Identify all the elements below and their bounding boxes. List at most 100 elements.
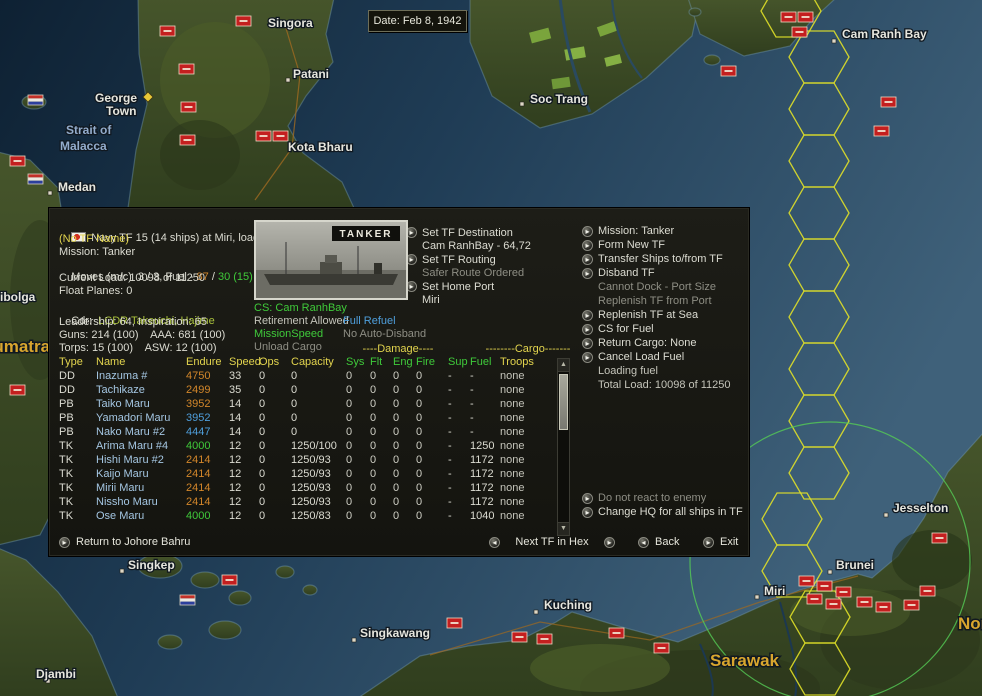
- return-to-home-port-button[interactable]: ▸ Return to Johore Bahru: [59, 536, 190, 548]
- action-do-not-react-to-enemy[interactable]: ▸ Do not react to enemy: [582, 491, 743, 505]
- unit-counter-icon[interactable]: [221, 574, 238, 586]
- action-set-tf-routing[interactable]: ▸ Set TF Routing: [406, 253, 531, 267]
- table-row[interactable]: TK Mirii Maru 2414 12 0 1250/93 0 0 0 0 - 1172 none: [59, 482, 560, 496]
- cell-name[interactable]: Inazuma #: [96, 370, 186, 382]
- unit-counter-icon[interactable]: [835, 586, 852, 598]
- unit-counter-icon[interactable]: [255, 130, 272, 142]
- cell-name[interactable]: Taiko Maru: [96, 398, 186, 410]
- col-capacity: Capacity: [291, 356, 334, 368]
- unit-counter-icon[interactable]: [931, 532, 948, 544]
- next-tf-arrow-icon[interactable]: ▸: [604, 536, 615, 548]
- cell-name[interactable]: Nissho Maru: [96, 496, 186, 508]
- action-disband-tf[interactable]: ▸ Disband TF: [582, 266, 731, 280]
- unit-counter-icon[interactable]: [536, 633, 553, 645]
- cell-cap: 1250/93: [291, 454, 331, 466]
- unit-counter-icon[interactable]: [446, 617, 463, 629]
- unit-counter-icon[interactable]: [856, 596, 873, 608]
- dutch-flag-icon[interactable]: [179, 594, 196, 606]
- unit-counter-icon[interactable]: [880, 96, 897, 108]
- scrollbar-down-icon[interactable]: ▼: [558, 522, 569, 535]
- action-return-cargo-none[interactable]: ▸ Return Cargo: None: [582, 336, 731, 350]
- action-arrow-icon[interactable]: ▸: [582, 225, 593, 237]
- action-arrow-icon[interactable]: ▸: [582, 309, 593, 321]
- scrollbar-thumb[interactable]: [559, 374, 568, 430]
- action-replenish-tf-at-sea[interactable]: ▸ Replenish TF at Sea: [582, 308, 731, 322]
- table-row[interactable]: DD Inazuma #4750 33 0 0 0 0 0 0 - - none: [59, 370, 560, 384]
- action-set-home-port[interactable]: ▸ Set Home Port: [406, 280, 531, 294]
- cell-sys: 0: [346, 496, 353, 508]
- unit-counter-icon[interactable]: [159, 25, 176, 37]
- unit-counter-icon[interactable]: [798, 575, 815, 587]
- action-arrow-icon[interactable]: ▸: [582, 253, 593, 265]
- action-arrow-icon[interactable]: ▸: [582, 506, 593, 518]
- dutch-flag-icon[interactable]: [27, 94, 44, 106]
- action-arrow-icon[interactable]: ▸: [582, 492, 593, 504]
- cell-name[interactable]: Yamadori Maru: [96, 412, 186, 424]
- status-full-refuel[interactable]: Full Refuel: [343, 315, 396, 327]
- action-arrow-icon[interactable]: ▸: [582, 323, 593, 335]
- unit-counter-icon[interactable]: [903, 599, 920, 611]
- table-row[interactable]: DD Tachikaze 2499 35 0 0 0 0 0 0 - - none: [59, 384, 560, 398]
- table-row[interactable]: TK Nissho Maru 2414 12 0 1250/93 0 0 0 0 - 1172 none: [59, 496, 560, 510]
- unit-counter-icon[interactable]: [791, 26, 808, 38]
- scrollbar-up-icon[interactable]: ▲: [558, 359, 569, 372]
- cell-name[interactable]: Arima Maru #4: [96, 440, 186, 452]
- tf-name[interactable]: (No TF Name): [59, 233, 129, 245]
- cell-sup: -: [448, 426, 452, 438]
- unit-counter-icon[interactable]: [235, 15, 252, 27]
- ship-table-scrollbar[interactable]: ▲ ▼: [557, 358, 570, 536]
- table-row[interactable]: PB Yamadori Maru 3952 14 0 0 0 0 0 0 - - none: [59, 412, 560, 426]
- unit-counter-icon[interactable]: [178, 63, 195, 75]
- exit-button[interactable]: ▸ Exit: [703, 536, 738, 548]
- unit-counter-icon[interactable]: [816, 580, 833, 592]
- action-arrow-icon[interactable]: ▸: [582, 239, 593, 251]
- action-cs-for-fuel[interactable]: ▸ CS for Fuel: [582, 322, 731, 336]
- cell-troops: none: [500, 426, 525, 438]
- status-no-auto-disband[interactable]: No Auto-Disband: [343, 328, 426, 340]
- status-retirement-allowed[interactable]: Retirement Allowed: [254, 315, 349, 327]
- unit-counter-icon[interactable]: [9, 384, 26, 396]
- action-cancel-load-fuel[interactable]: ▸ Cancel Load Fuel: [582, 350, 731, 364]
- action-set-tf-destination[interactable]: ▸ Set TF Destination: [406, 226, 531, 240]
- unit-counter-icon[interactable]: [179, 134, 196, 146]
- unit-counter-icon[interactable]: [511, 631, 528, 643]
- unit-counter-icon[interactable]: [806, 593, 823, 605]
- action-change-hq-for-all-ships-in-tf[interactable]: ▸ Change HQ for all ships in TF: [582, 505, 743, 519]
- unit-counter-icon[interactable]: [9, 155, 26, 167]
- status-cs-cam-ranhbay[interactable]: CS: Cam RanhBay: [254, 302, 347, 314]
- cell-name[interactable]: Tachikaze: [96, 384, 186, 396]
- table-row[interactable]: TK Ose Maru 4000 12 0 1250/83 0 0 0 0 - 1040 none: [59, 510, 560, 524]
- action-arrow-icon[interactable]: ▸: [582, 267, 593, 279]
- dutch-flag-icon[interactable]: [27, 173, 44, 185]
- unit-counter-icon[interactable]: [608, 627, 625, 639]
- table-row[interactable]: TK Arima Maru #4 4000 12 0 1250/100 0 0 0 0 - 1250 n…: [59, 440, 560, 454]
- cell-name[interactable]: Nako Maru #2: [96, 426, 186, 438]
- unit-counter-icon[interactable]: [272, 130, 289, 142]
- cell-name[interactable]: Mirii Maru: [96, 482, 186, 494]
- cell-name[interactable]: Kaijo Maru: [96, 468, 186, 480]
- unit-counter-icon[interactable]: [919, 585, 936, 597]
- unit-counter-icon[interactable]: [825, 598, 842, 610]
- unit-counter-icon[interactable]: [873, 125, 890, 137]
- unit-counter-icon[interactable]: [180, 101, 197, 113]
- cell-name[interactable]: Ose Maru: [96, 510, 186, 522]
- unit-counter-icon[interactable]: [720, 65, 737, 77]
- table-row[interactable]: TK Hishi Maru #2 2414 12 0 1250/93 0 0 0 0 - 1172 no…: [59, 454, 560, 468]
- action-transfer-ships-to-from-tf[interactable]: ▸ Transfer Ships to/from TF: [582, 252, 731, 266]
- prev-tf-arrow-icon[interactable]: ◂: [489, 536, 500, 548]
- back-button[interactable]: ◂ Back: [638, 536, 679, 548]
- unit-counter-icon[interactable]: [875, 601, 892, 613]
- map-label-kota-bharu: Kota Bharu: [288, 140, 353, 154]
- unit-counter-icon[interactable]: [797, 11, 814, 23]
- cell-fuel: 1250: [470, 440, 495, 452]
- city-dot: [519, 101, 525, 107]
- action-mission-tanker[interactable]: ▸ Mission: Tanker: [582, 224, 731, 238]
- unit-counter-icon[interactable]: [653, 642, 670, 654]
- table-row[interactable]: PB Nako Maru #2 4447 14 0 0 0 0 0 0 - - none: [59, 426, 560, 440]
- cell-name[interactable]: Hishi Maru #2: [96, 454, 186, 466]
- table-row[interactable]: TK Kaijo Maru 2414 12 0 1250/93 0 0 0 0 - 1172 none: [59, 468, 560, 482]
- unit-counter-icon[interactable]: [780, 11, 797, 23]
- table-row[interactable]: PB Taiko Maru 3952 14 0 0 0 0 0 0 - - none: [59, 398, 560, 412]
- status-missionspeed[interactable]: MissionSpeed: [254, 328, 323, 340]
- action-form-new-tf[interactable]: ▸ Form New TF: [582, 238, 731, 252]
